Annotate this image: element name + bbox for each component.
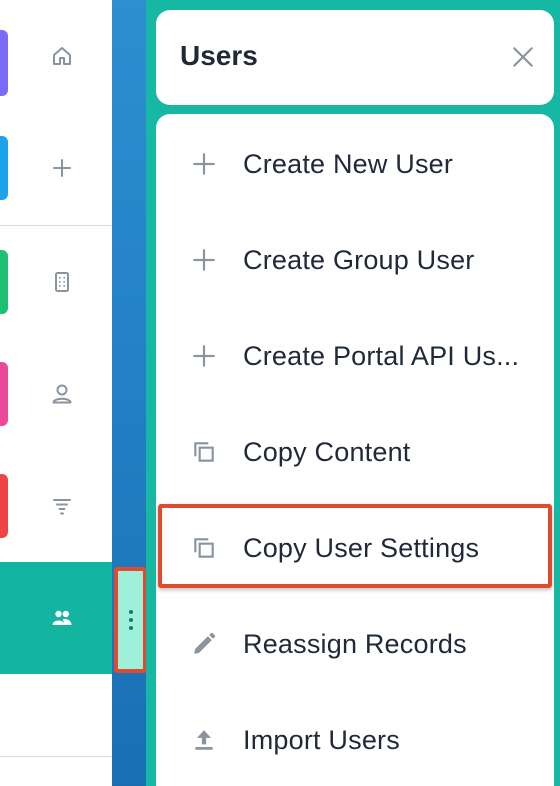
nav-accent-home [0,30,8,96]
person-icon [38,376,74,412]
nav-accent-create [0,136,8,200]
copy-icon [190,438,218,466]
menu-item-label: Reassign Records [243,628,467,659]
nav-accent-filters [0,474,8,538]
panel-resize-handle[interactable] [114,567,147,673]
nav-item-filters[interactable] [0,462,112,550]
menu-item-label: Create Portal API Us... [243,340,520,371]
menu-item-label: Copy User Settings [243,532,480,563]
plus-icon [190,246,218,274]
nav-item-contacts[interactable] [0,350,112,438]
copy-icon [190,534,218,562]
nav-item-users[interactable] [0,562,112,674]
nav-accent-contacts [0,362,8,426]
menu-item-label: Create New User [243,148,454,179]
menu-item-reassign-records[interactable]: Reassign Records [156,596,554,692]
menu-item-label: Create Group User [243,244,475,275]
menu-item-create-portal-api-user[interactable]: Create Portal API Us... [156,308,554,404]
menu-item-copy-content[interactable]: Copy Content [156,404,554,500]
nav-item-create[interactable] [0,124,112,212]
menu-item-create-group-user[interactable]: Create Group User [156,212,554,308]
menu-item-import-users[interactable]: Import Users [156,692,554,786]
panel-menu: Create New User Create Group User Create… [156,114,554,786]
plus-icon [190,342,218,370]
menu-item-create-new-user[interactable]: Create New User [156,116,554,212]
menu-item-label: Import Users [243,724,400,755]
nav-item-home[interactable] [0,12,112,100]
menu-item-copy-user-settings[interactable]: Copy User Settings [156,500,554,596]
menu-item-label: Copy Content [243,436,411,467]
close-icon[interactable] [510,44,536,70]
users-icon [38,600,74,636]
panel-title: Users [180,40,258,71]
plus-icon [38,150,74,186]
nav-divider [0,225,112,226]
nav-item-accounts[interactable] [0,238,112,326]
panel-header: Users [156,10,554,105]
vertical-dots-icon [128,608,133,632]
left-nav [0,0,112,786]
home-icon [38,38,74,74]
nav-accent-accounts [0,250,8,314]
plus-icon [190,150,218,178]
pencil-icon [190,630,218,658]
nav-divider-bottom [0,756,112,757]
upload-icon [190,726,218,754]
building-icon [38,264,74,300]
filter-icon [38,488,74,524]
